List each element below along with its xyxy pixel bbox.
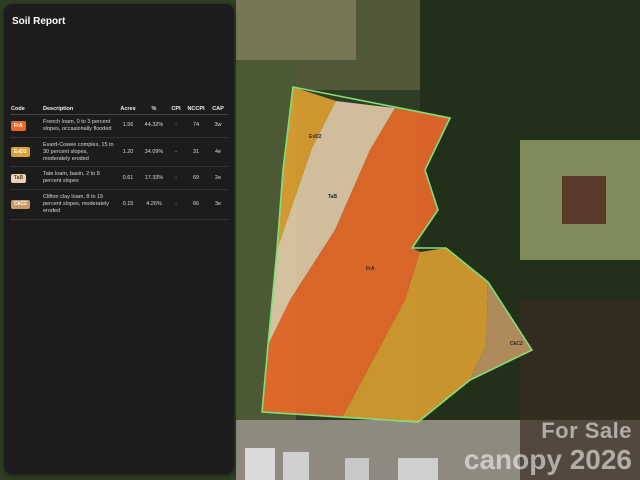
cpi-cell: - (168, 114, 184, 138)
acres-cell: 0.15 (116, 189, 140, 220)
panel-title: Soil Report (12, 16, 66, 27)
cap-cell: 3w (208, 114, 228, 138)
soil-table: Code Description Acres % CPI NCCPI CAP F… (10, 104, 228, 220)
acres-cell: 1.56 (116, 114, 140, 138)
nccpi-cell: 31 (184, 137, 208, 168)
col-pct: % (140, 104, 168, 115)
code-cell: EvD2 (10, 137, 42, 168)
code-badge: FrA (11, 121, 26, 131)
label-tab: TaB (328, 194, 337, 200)
col-acres: Acres (116, 104, 140, 115)
cap-cell: 4e (208, 137, 228, 168)
cpi-cell: - (168, 166, 184, 191)
label-evd2: EvD2 (309, 134, 322, 140)
code-badge: EvD2 (11, 147, 30, 157)
cap-cell: 3e (208, 189, 228, 220)
pct-cell: 4.26% (140, 189, 168, 220)
label-fra: FrA (366, 266, 375, 272)
code-badge: CkC2 (11, 199, 30, 210)
pct-cell: 17.33% (140, 166, 168, 191)
description-cell: Clifton clay loam, 8 to 15 percent slope… (42, 189, 116, 220)
pct-cell: 34.09% (140, 137, 168, 168)
description-cell: Tate loam, basin, 2 to 8 percent slopes (42, 166, 116, 191)
description-cell: French loam, 0 to 3 percent slopes, occa… (42, 114, 116, 138)
col-code: Code (10, 104, 42, 115)
cpi-cell: - (168, 137, 184, 168)
code-cell: CkC2 (10, 189, 42, 220)
watermark-line2: canopy 2026 (463, 444, 632, 475)
table-row[interactable]: TaB Tate loam, basin, 2 to 8 percent slop… (10, 166, 228, 191)
cap-cell: 2e (208, 166, 228, 191)
table-header-row: Code Description Acres % CPI NCCPI CAP (10, 104, 228, 115)
nccpi-cell: 66 (184, 189, 208, 220)
code-cell: FrA (10, 114, 42, 138)
acres-cell: 0.61 (116, 166, 140, 191)
table-row[interactable]: EvD2 Evard-Cowee complex, 15 to 30 percen… (10, 137, 228, 168)
col-nccpi: NCCPI (184, 104, 208, 115)
acres-cell: 1.20 (116, 137, 140, 168)
col-description: Description (42, 104, 116, 115)
table-row[interactable]: CkC2 Clifton clay loam, 8 to 15 percent s… (10, 189, 228, 220)
label-ckc2: CkC2 (510, 341, 523, 347)
cpi-cell: - (168, 189, 184, 220)
code-cell: TaB (10, 166, 42, 191)
watermark-line1: For Sale (541, 418, 632, 443)
soil-report-panel: Soil Report Code Description Acres % CPI… (4, 4, 234, 474)
table-row[interactable]: FrA French loam, 0 to 3 percent slopes, o… (10, 114, 228, 138)
code-badge: TaB (11, 173, 27, 183)
nccpi-cell: 69 (184, 166, 208, 191)
watermark: For Sale canopy 2026 (464, 418, 632, 476)
description-cell: Evard-Cowee complex, 15 to 30 percent sl… (42, 137, 116, 168)
pct-cell: 44.32% (140, 114, 168, 138)
col-cpi: CPI (168, 104, 184, 115)
nccpi-cell: 74 (184, 114, 208, 138)
col-cap: CAP (208, 104, 228, 115)
